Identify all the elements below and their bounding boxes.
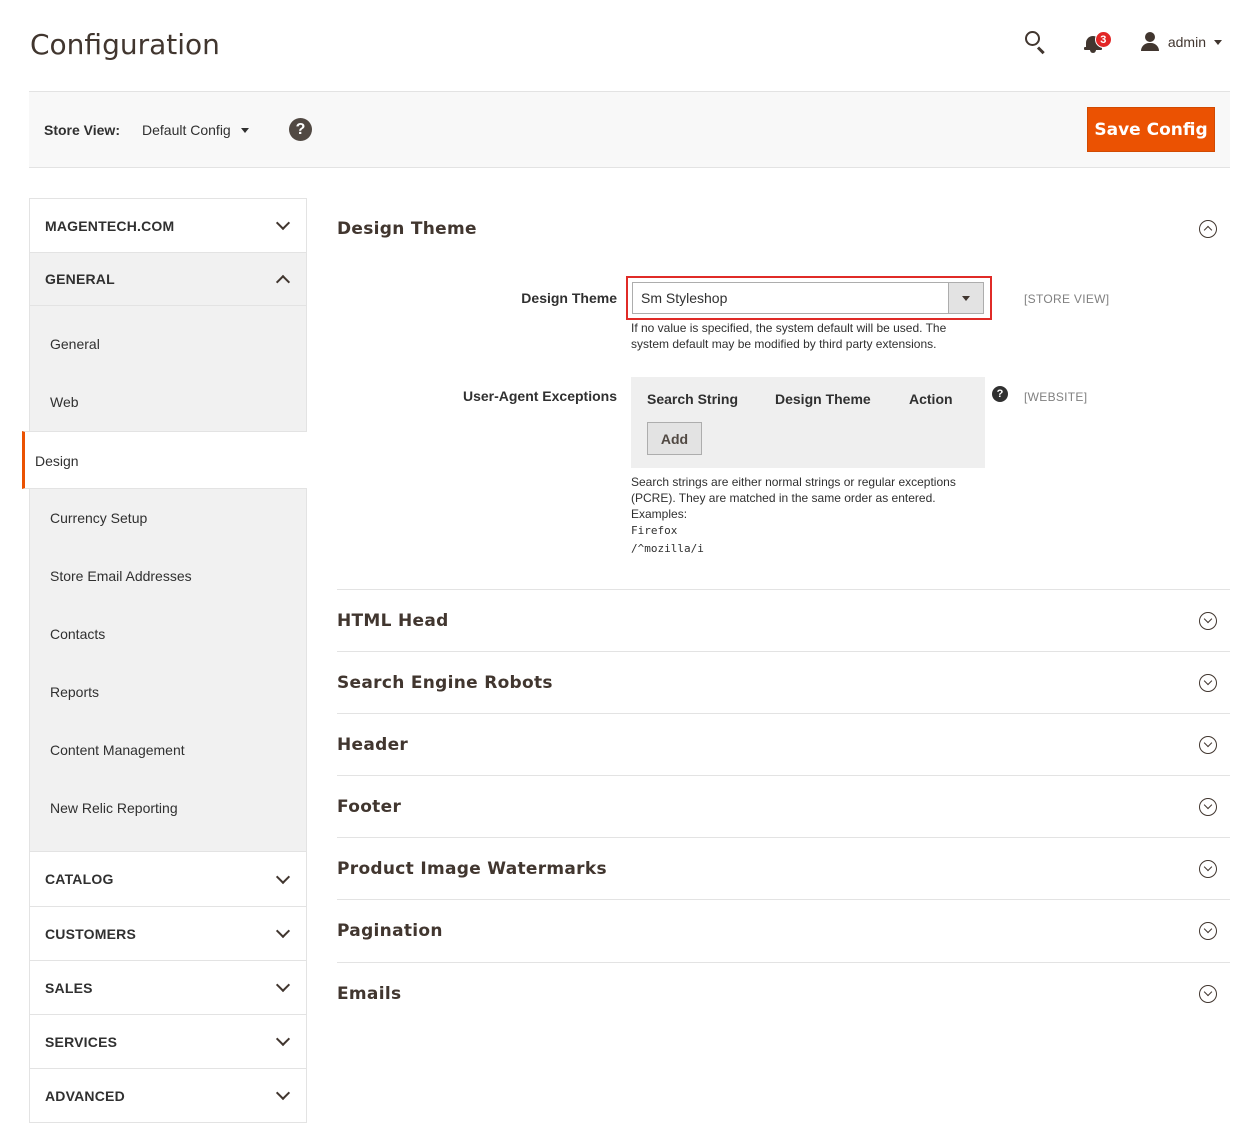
tab-catalog[interactable]: CATALOG xyxy=(30,852,306,906)
collapse-icon xyxy=(1199,220,1217,238)
config-sidebar: MAGENTECH.COM GENERAL General Web Design… xyxy=(22,198,307,1123)
example-mozilla: /^mozilla/i xyxy=(631,542,704,555)
tab-general[interactable]: GENERAL xyxy=(30,252,306,306)
expand-icon xyxy=(1199,984,1217,1003)
expand-icon xyxy=(1199,797,1217,816)
chevron-down-icon xyxy=(275,1031,291,1047)
expand-icon xyxy=(1199,735,1217,754)
config-main: Design Theme Design Theme Sm Styleshop [… xyxy=(337,198,1230,1004)
column-header: Action xyxy=(909,391,953,407)
section-title: Emails xyxy=(337,983,402,1004)
sidebar-item-currency-setup[interactable]: Currency Setup xyxy=(30,489,306,547)
tab-label: GENERAL xyxy=(45,271,115,287)
chevron-down-icon xyxy=(240,127,249,133)
section-header[interactable]: Header xyxy=(337,713,1230,775)
sidebar-item-general[interactable]: General xyxy=(30,315,306,373)
notifications-count-badge: 3 xyxy=(1094,31,1112,48)
website-scope: [WEBSITE] xyxy=(1024,390,1088,404)
sidebar-item-reports[interactable]: Reports xyxy=(30,663,306,721)
chevron-down-icon xyxy=(275,215,291,231)
chevron-down-icon xyxy=(275,923,291,939)
expand-icon xyxy=(1199,673,1217,692)
page-title: Configuration xyxy=(30,28,220,61)
column-header: Design Theme xyxy=(775,391,871,407)
tab-label: ADVANCED xyxy=(45,1087,125,1104)
section-emails[interactable]: Emails xyxy=(337,962,1230,1024)
chevron-down-icon xyxy=(948,283,983,313)
notifications-bell-icon[interactable]: 3 xyxy=(1083,29,1112,55)
tab-label: MAGENTECH.COM xyxy=(45,217,175,234)
tab-customers[interactable]: CUSTOMERS xyxy=(30,906,306,960)
chevron-down-icon xyxy=(275,869,291,884)
tab-label: SERVICES xyxy=(45,1033,118,1050)
add-button[interactable]: Add xyxy=(647,422,702,455)
column-header: Search String xyxy=(647,391,739,407)
examples-label: Examples: xyxy=(631,507,688,521)
design-theme-highlight: Sm Styleshop xyxy=(626,276,992,320)
section-design-theme-header[interactable]: Design Theme xyxy=(337,198,1230,260)
sidebar-item-web[interactable]: Web xyxy=(30,373,306,431)
chevron-down-icon xyxy=(275,977,291,993)
tab-label: CUSTOMERS xyxy=(45,925,136,942)
expand-icon xyxy=(1199,611,1217,630)
store-view-scope: [STORE VIEW] xyxy=(1024,292,1110,306)
store-view-bar: Store View: Default Config ? Save Config xyxy=(29,91,1230,168)
user-agent-note: Search strings are either normal strings… xyxy=(631,474,981,558)
section-footer[interactable]: Footer xyxy=(337,775,1230,837)
store-view-label: Store View: xyxy=(44,122,120,138)
design-theme-select[interactable]: Sm Styleshop xyxy=(632,282,984,314)
chevron-down-icon xyxy=(1214,39,1222,45)
section-title: Pagination xyxy=(337,920,443,941)
user-name: admin xyxy=(1167,34,1206,50)
section-html-head[interactable]: HTML Head xyxy=(337,589,1230,651)
tab-services[interactable]: SERVICES xyxy=(30,1014,306,1068)
tab-magentech[interactable]: MAGENTECH.COM xyxy=(30,198,306,252)
section-title: HTML Head xyxy=(337,610,449,631)
sidebar-item-store-email-addresses[interactable]: Store Email Addresses xyxy=(30,547,306,605)
section-title: Product Image Watermarks xyxy=(337,858,607,879)
header-actions: 3 admin xyxy=(1022,28,1222,56)
expand-icon xyxy=(1199,859,1217,878)
sidebar-item-contacts[interactable]: Contacts xyxy=(30,605,306,663)
tab-advanced[interactable]: ADVANCED xyxy=(30,1068,306,1122)
user-agent-exceptions-label: User-Agent Exceptions xyxy=(462,388,617,404)
design-theme-selected: Sm Styleshop xyxy=(641,290,728,306)
general-items: General Web Design Currency Setup Store … xyxy=(22,306,307,852)
sidebar-item-design[interactable]: Design xyxy=(22,431,307,489)
help-icon[interactable]: ? xyxy=(992,386,1008,402)
chevron-up-icon xyxy=(275,274,291,289)
user-icon xyxy=(1140,32,1160,52)
tab-label: SALES xyxy=(45,979,93,996)
search-icon[interactable] xyxy=(1022,28,1050,56)
user-agent-note-text: Search strings are either normal strings… xyxy=(631,475,956,505)
store-view-value: Default Config xyxy=(142,122,231,138)
save-config-button[interactable]: Save Config xyxy=(1087,107,1215,152)
section-product-image-watermarks[interactable]: Product Image Watermarks xyxy=(337,837,1230,899)
design-theme-label: Design Theme xyxy=(521,290,617,306)
section-pagination[interactable]: Pagination xyxy=(337,899,1230,961)
sidebar-item-content-management[interactable]: Content Management xyxy=(30,721,306,779)
section-title: Header xyxy=(337,734,409,755)
tab-sales[interactable]: SALES xyxy=(30,960,306,1014)
example-firefox: Firefox xyxy=(631,524,678,537)
tab-label: CATALOG xyxy=(45,871,114,887)
section-title: Search Engine Robots xyxy=(337,672,553,693)
expand-icon xyxy=(1199,921,1217,940)
section-title: Footer xyxy=(337,796,402,817)
help-icon[interactable]: ? xyxy=(289,118,312,141)
user-menu[interactable]: admin xyxy=(1140,32,1222,52)
store-view-switcher[interactable]: Default Config xyxy=(142,122,249,138)
sidebar-item-new-relic-reporting[interactable]: New Relic Reporting xyxy=(30,779,306,837)
design-theme-note: If no value is specified, the system def… xyxy=(631,321,947,351)
chevron-down-icon xyxy=(275,1085,291,1101)
user-agent-exceptions-table: Search String Design Theme Action Add xyxy=(631,377,985,468)
section-search-engine-robots[interactable]: Search Engine Robots xyxy=(337,651,1230,713)
section-title: Design Theme xyxy=(337,219,477,239)
